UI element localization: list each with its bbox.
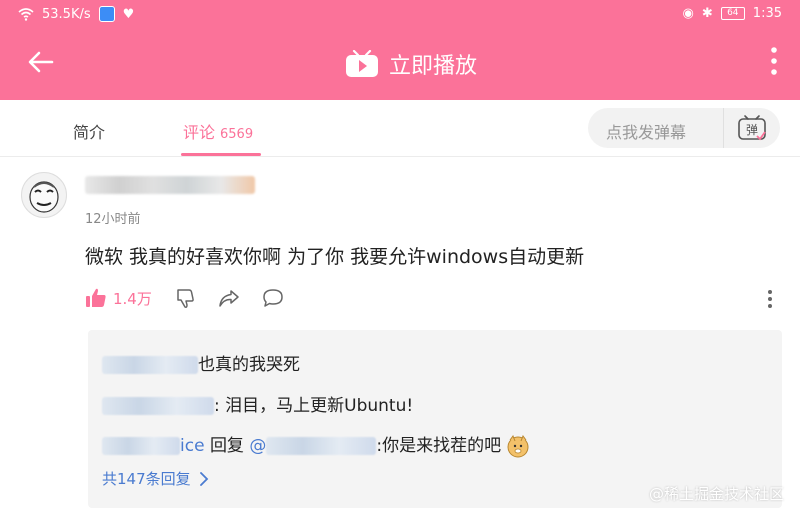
meme-face-avatar-icon bbox=[29, 181, 59, 213]
app-notification-icon bbox=[98, 6, 115, 22]
reply-username-redacted[interactable] bbox=[102, 356, 198, 374]
thumb-up-icon bbox=[86, 288, 106, 307]
like-count: 1.4万 bbox=[113, 289, 152, 308]
tab-intro-label: 简介 bbox=[73, 123, 106, 142]
reply-username-tail[interactable]: ice bbox=[180, 436, 205, 456]
tab-comments-label: 评论 bbox=[183, 123, 216, 142]
reply-item[interactable]: : 泪目，马上更新Ubuntu! bbox=[102, 391, 413, 416]
share-button[interactable] bbox=[218, 287, 240, 309]
reply-item[interactable]: 也真的我哭死 bbox=[102, 350, 300, 375]
doge-emoji-icon bbox=[507, 434, 529, 458]
tab-comments[interactable]: 评论 6569 bbox=[183, 119, 253, 143]
watermark: @稀土掘金技术社区 bbox=[648, 485, 784, 503]
tab-intro[interactable]: 简介 bbox=[73, 119, 105, 143]
active-tab-indicator bbox=[181, 153, 261, 156]
dislike-button[interactable] bbox=[174, 287, 196, 309]
comment-more-icon[interactable] bbox=[767, 289, 773, 309]
mention-username-redacted[interactable] bbox=[266, 437, 377, 455]
reply-button[interactable] bbox=[262, 287, 284, 309]
clock: 1:35 bbox=[752, 6, 782, 21]
eye-icon: ◉ bbox=[682, 6, 694, 21]
bluetooth-icon: ✱ bbox=[701, 6, 713, 21]
more-vert-icon[interactable] bbox=[770, 46, 778, 76]
play-now-button[interactable]: 立即播放 bbox=[345, 48, 477, 80]
reply-text: :你是来找茬的吧 bbox=[376, 436, 502, 456]
reply-text: : 泪目，马上更新Ubuntu! bbox=[214, 396, 414, 416]
share-icon bbox=[219, 290, 239, 307]
danmaku-toggle-button[interactable]: 弹 bbox=[723, 108, 780, 148]
battery-icon: 64 bbox=[720, 7, 745, 20]
comment-time: 12小时前 bbox=[85, 212, 141, 227]
reply-username-redacted[interactable] bbox=[102, 397, 214, 415]
view-all-replies-link[interactable]: 共147条回复 bbox=[102, 468, 209, 489]
comment-text: 微软 我真的好喜欢你啊 为了你 我要允许windows自动更新 bbox=[85, 246, 585, 268]
chat-icon bbox=[263, 289, 283, 307]
comment-actions: 1.4万 bbox=[85, 287, 306, 309]
danmaku-icon-label: 弹 bbox=[746, 123, 758, 137]
play-now-label: 立即播放 bbox=[389, 54, 478, 79]
network-speed: 53.5K/s bbox=[42, 6, 91, 22]
comment-count: 6569 bbox=[220, 127, 254, 142]
username-redacted[interactable] bbox=[85, 176, 255, 194]
chevron-right-icon bbox=[199, 471, 208, 486]
danmaku-input[interactable]: 点我发弹幕 弹 bbox=[588, 108, 780, 148]
reply-text: 也真的我哭死 bbox=[198, 355, 300, 375]
avatar[interactable] bbox=[21, 172, 67, 218]
danmaku-placeholder: 点我发弹幕 bbox=[606, 123, 687, 142]
tv-icon bbox=[346, 50, 378, 77]
thumb-down-icon bbox=[177, 289, 194, 308]
danmaku-icon: 弹 bbox=[738, 115, 766, 141]
view-all-replies-label: 共147条回复 bbox=[102, 470, 191, 488]
reply-preview-box[interactable]: 也真的我哭死 : 泪目，马上更新Ubuntu! ice 回复 @ :你是来找茬的吧… bbox=[88, 330, 782, 508]
reply-item[interactable]: ice 回复 @ :你是来找茬的吧 bbox=[102, 431, 530, 458]
mention-at[interactable]: @ bbox=[249, 436, 266, 456]
like-button[interactable]: 1.4万 bbox=[85, 287, 152, 309]
status-bar: 53.5K/s ♥ ◉ ✱ 64 1:35 bbox=[0, 0, 800, 30]
wifi-icon bbox=[18, 8, 34, 21]
back-arrow-icon[interactable] bbox=[26, 47, 56, 77]
heart-icon: ♥ bbox=[122, 6, 135, 22]
reply-username-redacted[interactable] bbox=[102, 437, 180, 455]
reply-word: 回复 bbox=[209, 436, 244, 456]
app-header: 立即播放 bbox=[0, 30, 800, 100]
